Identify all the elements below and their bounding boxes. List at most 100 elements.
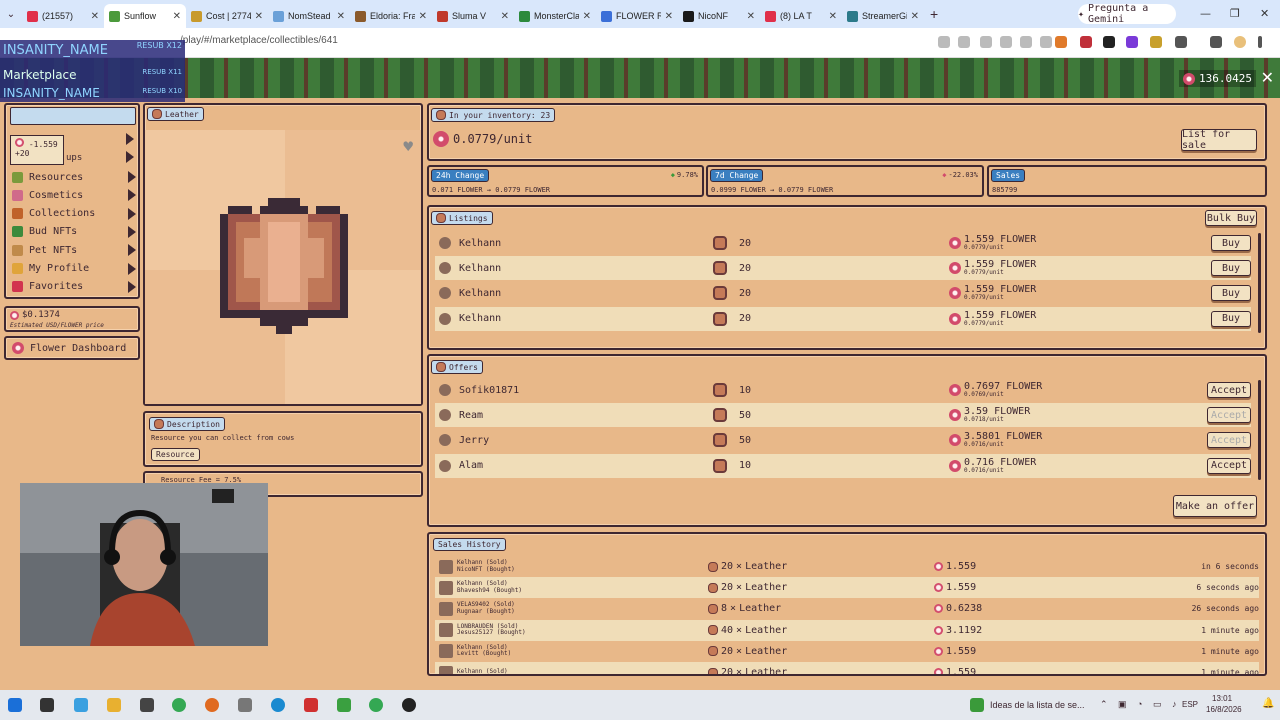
flower-dashboard-button[interactable]: Flower Dashboard [4, 336, 140, 360]
bulk-buy-button[interactable]: Bulk Buy [1205, 210, 1257, 226]
tab-favicon-icon [765, 10, 776, 22]
news-icon[interactable] [970, 698, 984, 712]
browser-tab[interactable]: (21557) ✕ [22, 4, 104, 28]
clock-time[interactable]: 13:01 [1212, 694, 1232, 703]
tab-search-icon[interactable]: ⌄ [0, 9, 22, 20]
bookmark-star-icon[interactable] [1040, 36, 1052, 48]
list-for-sale-button[interactable]: List for sale [1181, 129, 1257, 151]
app-red-icon[interactable] [304, 698, 318, 712]
ext-purple-icon[interactable] [1126, 36, 1138, 48]
sidebar-arrow-top2[interactable] [120, 151, 134, 163]
tab-close-icon[interactable]: ✕ [583, 11, 591, 22]
tab-close-icon[interactable]: ✕ [665, 11, 673, 22]
mail-icon[interactable] [140, 698, 154, 712]
flower-coin-icon [12, 342, 24, 354]
gemini-button[interactable]: ✦ Pregunta a Gemini [1078, 3, 1176, 25]
tab-close-icon[interactable]: ✕ [829, 11, 837, 22]
browser-tab[interactable]: MonsterCla ✕ [514, 4, 596, 28]
tab-close-icon[interactable]: ✕ [255, 11, 263, 22]
tray-icons[interactable]: ⌃ ▣ ◔ ▭ ♪ [1100, 699, 1181, 710]
browser-tab[interactable]: NicoNF ✕ [678, 4, 760, 28]
ext-red-icon[interactable] [1080, 36, 1092, 48]
make-offer-button[interactable]: Make an offer [1173, 495, 1257, 517]
accept-button[interactable]: Accept [1207, 382, 1251, 398]
listings-scrollbar[interactable] [1258, 233, 1261, 333]
sidebar-item-resources[interactable]: Resources [12, 171, 136, 183]
ext-gold-icon[interactable] [1150, 36, 1162, 48]
browser-tab[interactable]: StreamerGi ✕ [842, 4, 924, 28]
accept-button[interactable]: Accept [1207, 432, 1251, 449]
browser-tab[interactable]: Cost | 2774 ✕ [186, 4, 268, 28]
sidebar-item-my-profile[interactable]: My Profile [12, 262, 136, 275]
tab-favicon-icon [683, 10, 694, 22]
new-tab-button[interactable]: + [930, 6, 938, 22]
puzzle-icon[interactable] [1175, 36, 1187, 48]
tab-close-icon[interactable]: ✕ [91, 11, 99, 22]
translate-icon[interactable] [958, 36, 970, 48]
notification-icon[interactable]: 🔔 [1262, 698, 1274, 709]
browser-tab[interactable]: (8) LA T ✕ [760, 4, 842, 28]
sidebar-item-pet-nfts[interactable]: Pet NFTs [12, 244, 136, 257]
chrome-active-icon[interactable] [369, 698, 383, 712]
browser-tab[interactable]: Sluma V ✕ [432, 4, 514, 28]
ext-dark-icon[interactable] [1103, 36, 1115, 48]
extension-icon[interactable] [938, 36, 950, 48]
arrow-right-icon [128, 262, 136, 275]
tab-close-icon[interactable]: ✕ [747, 11, 755, 22]
browser-tab[interactable]: Eldoria: Fra ✕ [350, 4, 432, 28]
tab-close-icon[interactable]: ✕ [337, 11, 345, 22]
language-indicator[interactable]: ESP [1182, 700, 1198, 709]
profile-avatar[interactable] [1234, 36, 1246, 48]
coin-balance: 136.0425 [1179, 70, 1256, 87]
leather-item-art [220, 198, 348, 334]
tab-close-icon[interactable]: ✕ [419, 11, 427, 22]
sidebar-arrow-top[interactable] [120, 133, 134, 145]
file-explorer-icon[interactable] [107, 698, 121, 712]
browser-tab[interactable]: Sunflow ✕ [104, 4, 186, 28]
partial-nav-label: ups [66, 153, 83, 163]
sidebar-item-favorites[interactable]: Favorites [12, 280, 136, 293]
accept-button[interactable]: Accept [1207, 457, 1251, 474]
tab-close-icon[interactable]: ✕ [911, 11, 919, 22]
buy-button[interactable]: Buy [1211, 260, 1251, 277]
copilot-icon[interactable] [74, 698, 88, 712]
accept-button[interactable]: Accept [1207, 407, 1251, 424]
reading-list-icon[interactable] [1210, 36, 1222, 48]
favorite-heart-icon[interactable]: ♥ [403, 137, 413, 156]
firefox-icon[interactable] [205, 698, 219, 712]
app-icon[interactable] [238, 698, 252, 712]
history-row: VELAS9402 (Sold) Rugnaar (Bought) 8 × Leathe… [435, 598, 1259, 619]
news-text[interactable]: Ideas de la lista de se... [990, 700, 1085, 710]
sidebar-item-cosmetics[interactable]: Cosmetics [12, 189, 136, 202]
obs-icon[interactable] [402, 698, 416, 712]
menu-dots-icon[interactable] [1258, 36, 1262, 48]
offers-scrollbar[interactable] [1258, 380, 1261, 480]
clock-date[interactable]: 16/8/2026 [1206, 705, 1242, 714]
metamask-icon[interactable] [1055, 36, 1067, 48]
zoom-icon[interactable] [980, 36, 992, 48]
tab-close-icon[interactable]: ✕ [501, 11, 509, 22]
buy-button[interactable]: Buy [1211, 310, 1251, 327]
url-text[interactable]: /play/#/marketplace/collectibles/641 [180, 35, 338, 46]
windows-start-icon[interactable] [8, 698, 22, 712]
browser-tab[interactable]: NomStead ✕ [268, 4, 350, 28]
tab-close-icon[interactable]: ✕ [173, 11, 181, 22]
sidebar-item-bud-nfts[interactable]: Bud NFTs [12, 225, 136, 238]
trade-price-value: 1.559 [946, 667, 977, 674]
close-marketplace-icon[interactable]: ✕ [1261, 68, 1274, 87]
chrome-icon[interactable] [172, 698, 186, 712]
trade-parties: Kelhann (Sold) [453, 669, 708, 674]
share-icon[interactable] [1020, 36, 1032, 48]
app-green-icon[interactable] [337, 698, 351, 712]
buy-button[interactable]: Buy [1211, 235, 1251, 251]
maximize-button[interactable]: ❐ [1230, 7, 1240, 20]
close-window-button[interactable]: ✕ [1260, 7, 1269, 20]
task-view-icon[interactable] [40, 698, 54, 712]
edge-icon[interactable] [271, 698, 285, 712]
browser-tab[interactable]: FLOWER Re ✕ [596, 4, 678, 28]
buy-button[interactable]: Buy [1211, 285, 1251, 302]
sidebar-item-collections[interactable]: Collections [12, 207, 136, 220]
search-box[interactable] [10, 107, 136, 125]
cast-icon[interactable] [1000, 36, 1012, 48]
minimize-button[interactable]: — [1200, 7, 1211, 20]
